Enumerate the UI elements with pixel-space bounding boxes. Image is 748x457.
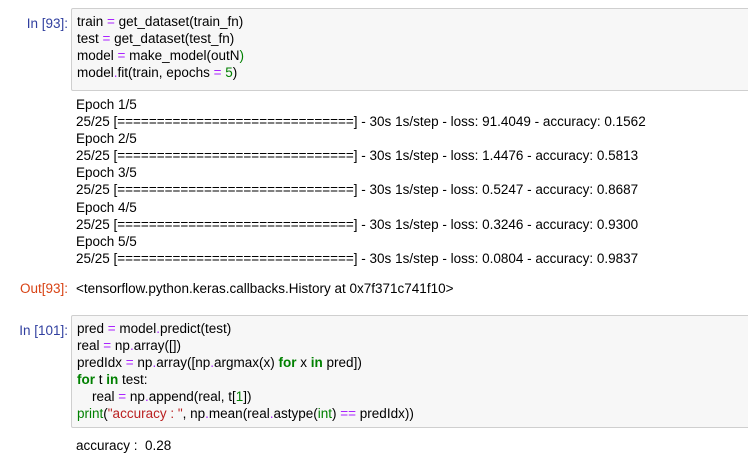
- code-token: astype(: [273, 406, 318, 421]
- code-token: test:: [118, 372, 148, 387]
- code-token: array([]): [133, 338, 181, 353]
- code-token: ==: [340, 406, 357, 421]
- code-line: model = make_model(outN): [77, 47, 748, 64]
- code-token: train: [77, 14, 108, 29]
- code-token: int: [317, 406, 333, 421]
- code-token: np: [126, 389, 145, 404]
- code-token: real: [77, 338, 104, 353]
- code-token: for: [77, 372, 95, 387]
- code-line: print("accuracy : ", np.mean(real.astype…: [77, 405, 748, 422]
- output-line: Epoch 4/5: [76, 199, 137, 215]
- cell-1-code-editor[interactable]: train = get_dataset(train_fn) test = get…: [71, 8, 748, 91]
- code-token: pred]): [322, 355, 362, 370]
- code-token: argmax(x): [214, 355, 279, 370]
- output-line: 25/25 [==============================] -…: [76, 148, 639, 164]
- code-line: model.fit(train, epochs = 5): [77, 64, 748, 81]
- code-token: ]): [243, 389, 252, 404]
- cell-2-stream-output: accuracy : 0.28: [76, 437, 171, 454]
- cell-1-out-prompt: Out[93]:: [19, 281, 68, 296]
- output-line: Epoch 2/5: [76, 131, 137, 147]
- code-token: make_model(outN: [125, 48, 240, 63]
- code-token: pred: [77, 321, 108, 336]
- code-token: print: [77, 406, 104, 421]
- code-token: mean(real: [208, 406, 270, 421]
- code-token: get_dataset(train_fn): [114, 14, 244, 29]
- code-token: =: [125, 355, 134, 370]
- code-token: predIdx)): [356, 406, 414, 421]
- code-token: ): [239, 48, 244, 63]
- code-line: test = get_dataset(test_fn): [77, 30, 748, 47]
- code-line: pred = model.predict(test): [77, 320, 748, 337]
- code-token: np: [111, 338, 130, 353]
- code-token: np: [133, 355, 153, 370]
- code-token: t: [95, 372, 107, 387]
- output-line: 25/25 [==============================] -…: [76, 182, 639, 198]
- code-token: predict(test): [159, 321, 232, 336]
- code-line: predIdx = np.array([np.argmax(x) for x i…: [77, 354, 748, 371]
- cell-2-in-prompt: In [101]:: [19, 323, 68, 338]
- code-token: =: [107, 14, 115, 29]
- notebook: In [93]: train = get_dataset(train_fn) t…: [0, 0, 748, 457]
- code-token: predIdx: [77, 355, 126, 370]
- output-line: Epoch 1/5: [76, 97, 137, 112]
- code-token: x: [296, 355, 311, 370]
- code-token: in: [310, 355, 323, 370]
- code-token: real: [77, 389, 119, 404]
- cell-1-in-prompt: In [93]:: [26, 16, 68, 31]
- code-token: fit(train, epochs: [117, 65, 214, 80]
- code-token: model: [77, 65, 114, 80]
- code-token: model: [115, 321, 157, 336]
- code-token: test: [77, 31, 103, 46]
- code-token: , np: [182, 406, 206, 421]
- code-token: =: [118, 389, 127, 404]
- output-line: 25/25 [==============================] -…: [76, 216, 639, 232]
- code-token: 5: [225, 65, 233, 80]
- code-token: "accuracy : ": [107, 406, 183, 421]
- code-token: =: [107, 321, 116, 336]
- code-token: in: [106, 372, 119, 387]
- output-line: accuracy : 0.28: [76, 438, 172, 453]
- result-text: <tensorflow.python.keras.callbacks.Histo…: [76, 281, 454, 296]
- code-line: train = get_dataset(train_fn): [77, 13, 748, 30]
- cell-1-stream-output: Epoch 1/5 25/25 [=======================…: [76, 96, 646, 267]
- output-line: Epoch 5/5: [76, 233, 137, 249]
- cell-1-result: <tensorflow.python.keras.callbacks.Histo…: [76, 280, 453, 297]
- code-token: for: [278, 355, 297, 370]
- code-token: append(real, t[: [148, 389, 236, 404]
- cell-2-code-editor[interactable]: pred = model.predict(test) real = np.arr…: [71, 315, 748, 428]
- code-line: real = np.array([]): [77, 337, 748, 354]
- output-line: Epoch 3/5: [76, 165, 137, 181]
- output-line: 25/25 [==============================] -…: [76, 250, 639, 266]
- output-line: 25/25 [==============================] -…: [76, 114, 646, 130]
- code-line: real = np.append(real, t[1]): [77, 388, 748, 405]
- code-token: =: [103, 338, 112, 353]
- code-line: for t in test:: [77, 371, 748, 388]
- code-token: ): [232, 65, 238, 80]
- code-token: model: [77, 48, 118, 63]
- code-token: array([np: [156, 355, 211, 370]
- code-token: get_dataset(test_fn): [110, 31, 235, 46]
